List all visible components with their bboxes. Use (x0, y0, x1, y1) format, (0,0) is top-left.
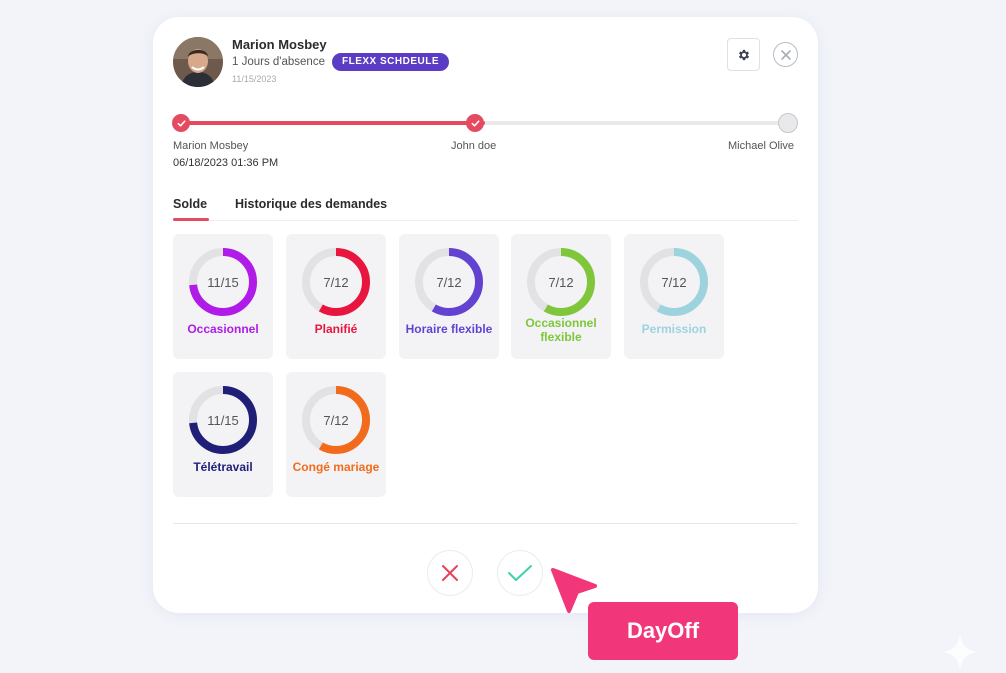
request-card: Marion Mosbey 1 Jours d'absence FLEXX SC… (153, 17, 818, 613)
balance-value: 7/12 (436, 275, 461, 290)
balance-ring: 11/15 (189, 386, 257, 454)
step-1-label: Marion Mosbey (173, 140, 249, 152)
balance-label: Occasionnel (187, 322, 259, 336)
balance-label: Occasionnel flexible (525, 316, 597, 344)
balance-value: 11/15 (207, 275, 239, 290)
x-icon (442, 565, 458, 581)
balance-label: Permission (641, 322, 707, 336)
balance-tile-teletravail[interactable]: 11/15 Télétravail (173, 372, 273, 497)
balance-label: Planifié (314, 322, 358, 336)
balance-tile-planifie[interactable]: 7/12 Planifié (286, 234, 386, 359)
check-icon (177, 119, 185, 127)
close-icon (780, 49, 791, 60)
balance-tile-occasionnel-flexible[interactable]: 7/12 Occasionnel flexible (511, 234, 611, 359)
user-name: Marion Mosbey (232, 37, 327, 52)
balance-ring: 11/15 (189, 248, 257, 316)
close-button[interactable] (773, 42, 798, 67)
balance-label: Télétravail (193, 460, 253, 474)
schedule-badge: FLEXX SCHDEULE (332, 53, 450, 71)
balance-tile-permission[interactable]: 7/12 Permission (624, 234, 724, 359)
balance-ring: 7/12 (527, 248, 595, 316)
step-3-label: Michael Olive (728, 140, 795, 152)
balance-value: 7/12 (323, 275, 348, 290)
gear-icon (738, 49, 749, 60)
dayoff-label: DayOff (588, 602, 738, 660)
check-icon (508, 565, 532, 581)
approve-button[interactable] (497, 550, 543, 596)
balance-value: 7/12 (548, 275, 573, 290)
step-2-dot (466, 114, 484, 132)
step-1-date: 06/18/2023 01:36 PM (173, 157, 279, 169)
balance-tile-occasionnel[interactable]: 11/15 Occasionnel (173, 234, 273, 359)
balance-tile-horaire-flexible[interactable]: 7/12 Horaire flexible (399, 234, 499, 359)
footer-divider (173, 523, 798, 524)
tab-solde[interactable]: Solde (173, 197, 207, 211)
active-tab-indicator (173, 218, 209, 221)
balance-label: Horaire flexible (405, 322, 493, 336)
balance-label: Congé mariage (292, 460, 380, 474)
settings-button[interactable] (727, 38, 760, 71)
check-icon (471, 119, 479, 127)
balance-value: 7/12 (661, 275, 686, 290)
balance-ring: 7/12 (302, 248, 370, 316)
avatar (173, 37, 223, 87)
step-3-dot (778, 113, 798, 133)
reject-button[interactable] (427, 550, 473, 596)
balance-ring: 7/12 (302, 386, 370, 454)
balance-value: 7/12 (323, 413, 348, 428)
tab-historique[interactable]: Historique des demandes (235, 197, 387, 211)
step-1-dot (172, 114, 190, 132)
absence-duration: 1 Jours d'absence (232, 56, 325, 68)
balance-ring: 7/12 (415, 248, 483, 316)
sparkle-icon (942, 634, 978, 670)
tabs-divider (173, 220, 798, 221)
balance-ring: 7/12 (640, 248, 708, 316)
approval-progress (181, 121, 485, 125)
step-2-label: John doe (451, 140, 497, 152)
approval-track (181, 121, 788, 125)
balance-tile-conge-mariage[interactable]: 7/12 Congé mariage (286, 372, 386, 497)
request-date: 11/15/2023 (232, 74, 277, 84)
balance-value: 11/15 (207, 413, 239, 428)
